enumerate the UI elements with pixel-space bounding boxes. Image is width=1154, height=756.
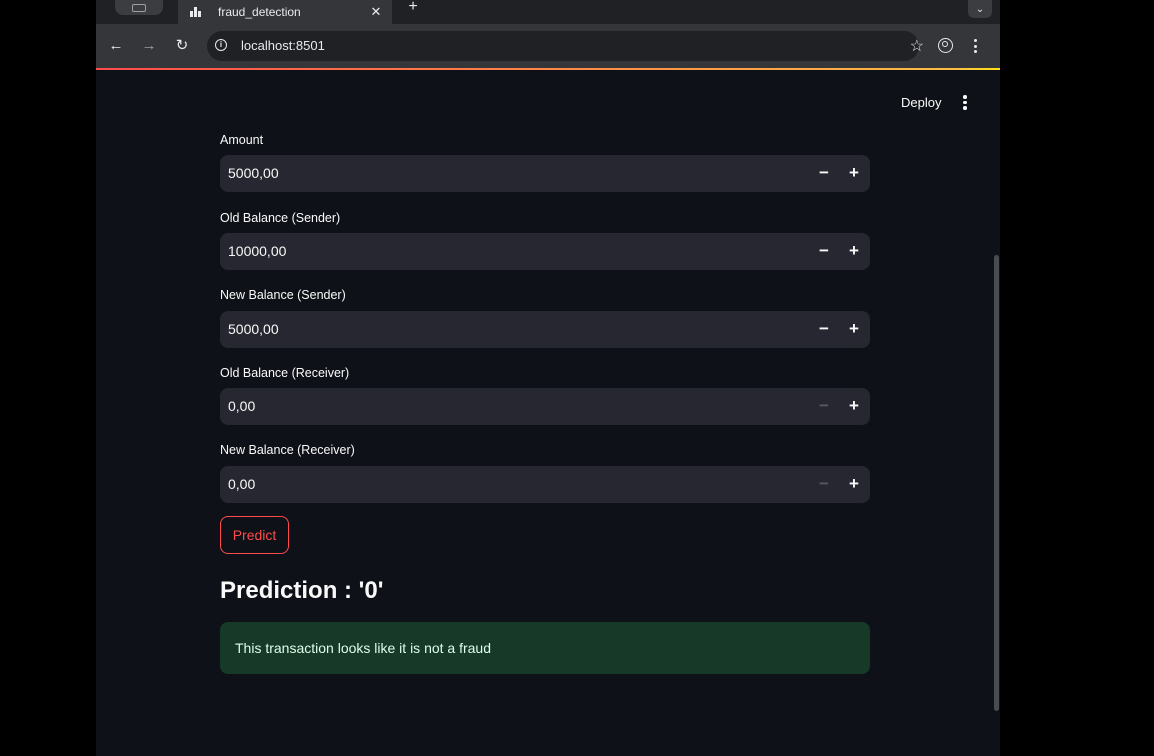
window-icon [132,3,146,12]
prediction-heading: Prediction : '0' [220,577,384,604]
app-decoration-bar [96,68,1000,70]
amount-increment-button[interactable]: + [842,163,866,183]
old-balance-receiver-increment-button[interactable]: + [842,396,866,416]
deploy-button[interactable]: Deploy [901,95,941,110]
old-balance-sender-decrement-button[interactable]: − [812,241,836,261]
new-balance-receiver-label: New Balance (Receiver) [220,443,355,457]
new-balance-receiver-decrement-button[interactable]: − [812,474,836,494]
old-balance-sender-increment-button[interactable]: + [842,241,866,261]
browser-window: fraud_detection ✕ + ⌄ ← → ↻ i localhost:… [96,0,1000,756]
old-balance-receiver-label: Old Balance (Receiver) [220,366,350,380]
app-menu-icon[interactable] [963,95,967,110]
amount-value[interactable]: 5000,00 [228,165,279,181]
reload-icon[interactable]: ↻ [171,36,193,56]
new-balance-sender-input[interactable]: 5000,00 − + [220,311,870,348]
amount-input[interactable]: 5000,00 − + [220,155,870,192]
profile-menu-button[interactable] [115,0,163,15]
tab-fraud-detection[interactable]: fraud_detection ✕ [178,0,392,24]
new-tab-button[interactable]: + [402,0,424,18]
amount-label: Amount [220,133,264,147]
old-balance-receiver-value[interactable]: 0,00 [228,398,255,414]
new-balance-sender-decrement-button[interactable]: − [812,319,836,339]
old-balance-sender-label: Old Balance (Sender) [220,211,341,225]
new-balance-receiver-input[interactable]: 0,00 − + [220,466,870,503]
new-balance-sender-value[interactable]: 5000,00 [228,321,279,337]
bookmark-star-icon[interactable]: ☆ [910,36,924,56]
back-icon[interactable]: ← [105,36,127,56]
new-balance-sender-label: New Balance (Sender) [220,288,346,302]
success-alert: This transaction looks like it is not a … [220,622,870,674]
address-bar[interactable]: i localhost:8501 ☆ [207,31,924,61]
url-text[interactable]: localhost:8501 [241,38,325,53]
tab-title: fraud_detection [218,5,301,19]
browser-menu-icon[interactable] [974,39,978,53]
scrollbar-thumb[interactable] [994,255,999,711]
new-balance-sender-increment-button[interactable]: + [842,319,866,339]
old-balance-receiver-input[interactable]: 0,00 − + [220,388,870,425]
old-balance-sender-value[interactable]: 10000,00 [228,243,286,259]
predict-button[interactable]: Predict [220,516,289,554]
account-icon[interactable] [938,38,953,53]
streamlit-favicon-icon [190,7,204,17]
tab-strip: fraud_detection ✕ + ⌄ [96,0,1000,24]
result-message: This transaction looks like it is not a … [235,640,492,656]
tab-search-button[interactable]: ⌄ [968,0,992,18]
close-tab-icon[interactable]: ✕ [366,4,386,20]
new-balance-receiver-increment-button[interactable]: + [842,474,866,494]
new-balance-receiver-value[interactable]: 0,00 [228,476,255,492]
old-balance-sender-input[interactable]: 10000,00 − + [220,233,870,270]
forward-icon[interactable]: → [138,36,160,56]
site-info-icon[interactable]: i [215,39,227,51]
amount-decrement-button[interactable]: − [812,163,836,183]
old-balance-receiver-decrement-button[interactable]: − [812,396,836,416]
browser-toolbar: ← → ↻ i localhost:8501 ☆ [96,24,1000,68]
